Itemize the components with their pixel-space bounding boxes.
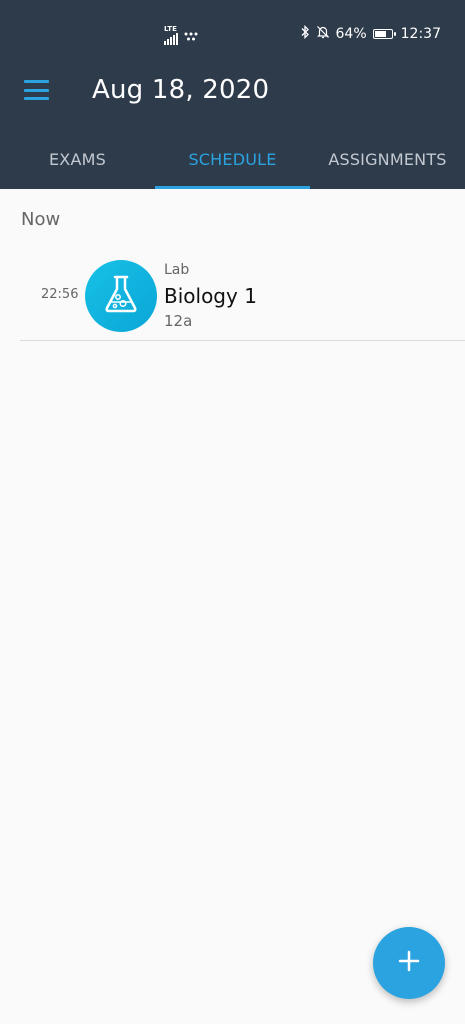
flask-icon: [104, 275, 138, 317]
clock: 12:37: [400, 26, 441, 42]
add-button[interactable]: [373, 927, 445, 999]
bluetooth-icon: [300, 24, 310, 43]
bell-off-icon: [316, 25, 330, 43]
menu-icon[interactable]: [24, 80, 49, 100]
list-item[interactable]: 22:56 Lab Biology 1 12a: [20, 252, 465, 341]
tab-schedule[interactable]: SCHEDULE: [155, 130, 310, 189]
status-right: 64% 12:37: [300, 24, 441, 43]
item-time: 22:56: [41, 287, 79, 302]
item-type: Lab: [164, 262, 190, 278]
item-avatar: [85, 260, 157, 332]
signal-icon: LTE: [164, 26, 178, 45]
plus-icon: [398, 950, 420, 976]
network-type: LTE: [164, 25, 177, 33]
section-label: Now: [21, 209, 61, 230]
item-title: Biology 1: [164, 284, 257, 308]
tab-exams[interactable]: EXAMS: [0, 130, 155, 189]
data-dots-icon: [184, 32, 198, 45]
app-screen: LTE 64% 12:37 Aug 18, 2020 EXAMS SCHEDUL…: [0, 0, 465, 1024]
signal-indicator: LTE: [164, 26, 198, 45]
status-bar: LTE 64% 12:37: [0, 0, 465, 66]
tab-bar: EXAMS SCHEDULE ASSIGNMENTS: [0, 130, 465, 189]
tab-assignments[interactable]: ASSIGNMENTS: [310, 130, 465, 189]
battery-percent: 64%: [335, 26, 367, 42]
item-room: 12a: [164, 312, 193, 330]
app-header: LTE 64% 12:37 Aug 18, 2020 EXAMS SCHEDUL…: [0, 0, 465, 189]
battery-icon: [372, 29, 396, 39]
page-title: Aug 18, 2020: [92, 75, 270, 105]
